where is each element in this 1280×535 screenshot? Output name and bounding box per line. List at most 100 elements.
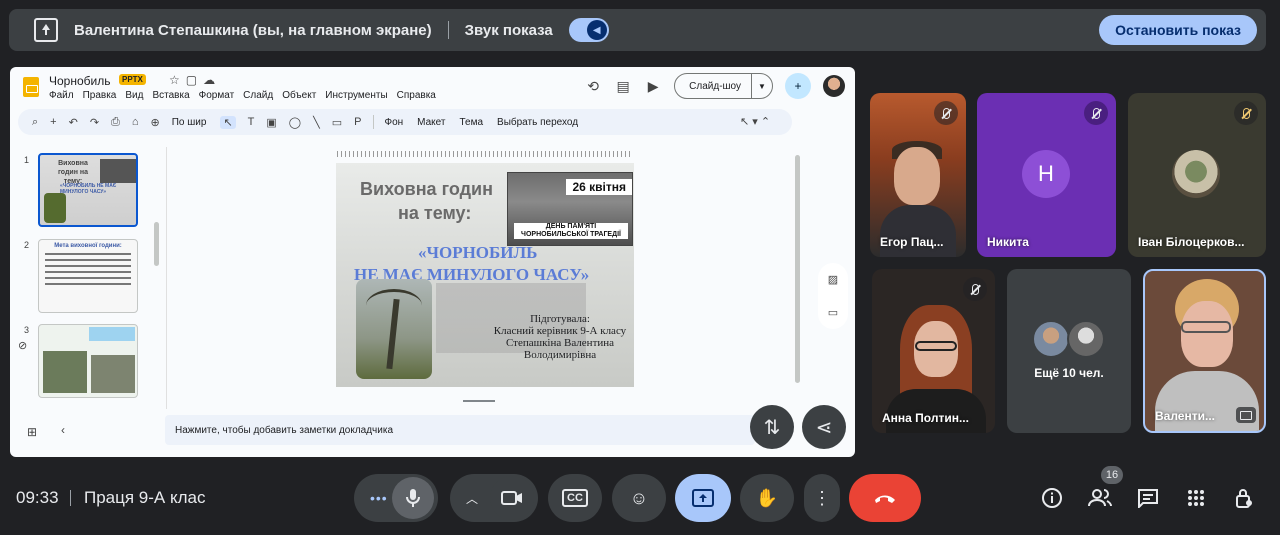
notes-resize-handle[interactable] (463, 400, 495, 402)
chat-icon (1138, 489, 1158, 508)
attachment-icon[interactable]: ⊘ (18, 339, 27, 352)
swap-arrows-icon[interactable]: ⇅ (750, 405, 794, 449)
participant-tile-egor[interactable]: Егор Пац... (870, 93, 966, 257)
host-controls-button[interactable] (1232, 486, 1256, 510)
thumbnails-scrollbar[interactable] (154, 222, 159, 266)
menu-insert[interactable]: Вставка (152, 90, 189, 101)
transition-button[interactable]: Выбрать переход (497, 117, 578, 128)
raise-hand-button[interactable]: ✋ (740, 474, 794, 522)
speaker-notes-field[interactable]: Нажмите, чтобы добавить заметки докладчи… (165, 415, 755, 445)
shape-icon[interactable]: ◯ (289, 116, 301, 129)
image-icon[interactable]: ▣ (266, 116, 276, 129)
participant-name: Валенти... (1155, 409, 1215, 423)
avatar (1032, 320, 1070, 358)
present-screen-button[interactable] (675, 474, 731, 522)
participant-tile-ivan[interactable]: Іван Білоцерков... (1128, 93, 1266, 257)
share-icon[interactable]: ⋖ (802, 405, 846, 449)
folder-icon[interactable]: ▭ (828, 306, 838, 319)
slideshow-button[interactable]: Слайд-шоу ▼ (674, 73, 773, 99)
activities-button[interactable] (1184, 486, 1208, 510)
new-slide-icon[interactable]: + (50, 116, 56, 128)
slideshow-label[interactable]: Слайд-шоу (675, 74, 752, 98)
camera-control: ︿ (450, 474, 538, 522)
chat-button[interactable] (1136, 486, 1160, 510)
undo-icon[interactable]: ↶ (69, 116, 78, 129)
slide-canvas-area: Виховна годин на тему: 26 квітня ДЕНЬ ПА… (166, 147, 806, 409)
zoom-select[interactable]: По шир (172, 117, 207, 128)
comment-add-icon[interactable]: ▭ (332, 116, 342, 129)
menu-format[interactable]: Формат (199, 90, 235, 101)
microphone-button[interactable] (392, 477, 434, 519)
comments-icon[interactable]: ▤ (614, 77, 632, 95)
menu-view[interactable]: Вид (125, 90, 143, 101)
chevron-down-icon[interactable]: ▼ (752, 82, 772, 91)
text-box-icon[interactable]: T (248, 116, 255, 128)
menu-help[interactable]: Справка (397, 90, 436, 101)
layout-button[interactable]: Макет (417, 117, 445, 128)
people-button[interactable] (1088, 486, 1112, 510)
history-icon[interactable]: ⟲ (584, 77, 602, 95)
zoom-icon[interactable]: ⊕ (151, 116, 160, 129)
slide-thumbnail-2[interactable]: Мета виховної години: (38, 239, 138, 313)
meeting-info-button[interactable] (1040, 486, 1064, 510)
grid-view-icon[interactable]: ⊞ (27, 425, 37, 439)
meet-camera-icon[interactable]: ▶ (644, 77, 662, 95)
emoji-icon: ☺ (629, 487, 649, 508)
camera-options-chevron-icon[interactable]: ︿ (466, 490, 478, 507)
participant-tile-self[interactable]: Валенти... (1143, 269, 1266, 433)
account-avatar[interactable] (823, 75, 845, 97)
thumb-image (43, 351, 87, 393)
select-cursor-icon[interactable]: ↖ (220, 115, 236, 129)
participant-tile-anna[interactable]: Анна Полтин... (872, 269, 995, 433)
menu-object[interactable]: Объект (282, 90, 316, 101)
author-line: Класний керівник 9-А класу (493, 325, 627, 337)
participant-name: Егор Пац... (880, 235, 944, 249)
line-icon[interactable]: ╲ (313, 116, 320, 129)
participant-tile-nikita[interactable]: H Никита (977, 93, 1116, 257)
edit-mode-icon[interactable]: ↖ ▾ ⌃ (740, 115, 770, 128)
share-sound-toggle[interactable]: ◀ (568, 18, 609, 42)
apps-grid-icon (1188, 490, 1204, 506)
redo-icon[interactable]: ↷ (90, 116, 99, 129)
photo-date: 26 квітня (566, 179, 632, 195)
captions-button[interactable]: CC (548, 474, 602, 522)
slide-thumbnail-3[interactable] (38, 324, 138, 398)
menu-tools[interactable]: Инструменты (325, 90, 387, 101)
title-action-icons[interactable]: ☆▢☁ (169, 73, 221, 87)
collapse-panel-icon[interactable]: ‹ (61, 423, 65, 437)
participant-name: Анна Полтин... (882, 411, 969, 425)
background-button[interactable]: Фон (384, 117, 403, 128)
more-options-button[interactable]: ⋮ (804, 474, 840, 522)
search-menus-icon[interactable]: ⌕ (32, 116, 38, 129)
info-icon (1042, 488, 1062, 508)
present-screen-icon (692, 489, 714, 507)
menu-edit[interactable]: Правка (83, 90, 117, 101)
more-participants-tile[interactable]: Ещё 10 чел. (1007, 269, 1131, 433)
menu-file[interactable]: Файл (49, 90, 74, 101)
reactions-button[interactable]: ☺ (612, 474, 666, 522)
author-line: Степашкіна Валентина (505, 337, 615, 349)
canvas-scrollbar[interactable] (795, 155, 800, 383)
print-icon[interactable]: ⎙ (111, 116, 120, 129)
menu-slide[interactable]: Слайд (243, 90, 273, 101)
camera-button[interactable] (490, 476, 534, 520)
paint-format-icon[interactable]: ⌂ (132, 116, 139, 128)
document-title[interactable]: Чорнобиль (49, 74, 110, 88)
slide-thumbnail-1[interactable]: Виховна годин на тему: «ЧОРНОБИЛЬ НЕ МАЄ… (38, 153, 138, 227)
leave-call-button[interactable] (849, 474, 921, 522)
slides-top-actions: ⟲ ▤ ▶ Слайд-шоу ▼ + (584, 73, 845, 99)
slides-app-icon[interactable] (23, 77, 39, 97)
image-gallery-icon[interactable]: ▨ (828, 273, 838, 286)
microphone-control: ••• (354, 474, 438, 522)
presenter-label: Валентина Степашкина (вы, на главном экр… (74, 21, 432, 39)
lock-person-icon (1236, 489, 1252, 508)
theme-button[interactable]: Тема (459, 117, 483, 128)
picture-in-picture-icon[interactable] (1236, 407, 1256, 423)
slide-title-line1: Виховна годин (360, 179, 493, 199)
stop-presenting-button[interactable]: Остановить показ (1099, 15, 1257, 45)
input-tools-icon[interactable]: P (354, 116, 361, 128)
current-slide[interactable]: Виховна годин на тему: 26 квітня ДЕНЬ ПА… (336, 163, 634, 387)
bottom-divider (70, 490, 71, 506)
thumb-line (45, 253, 131, 255)
share-person-icon[interactable]: + (785, 73, 811, 99)
